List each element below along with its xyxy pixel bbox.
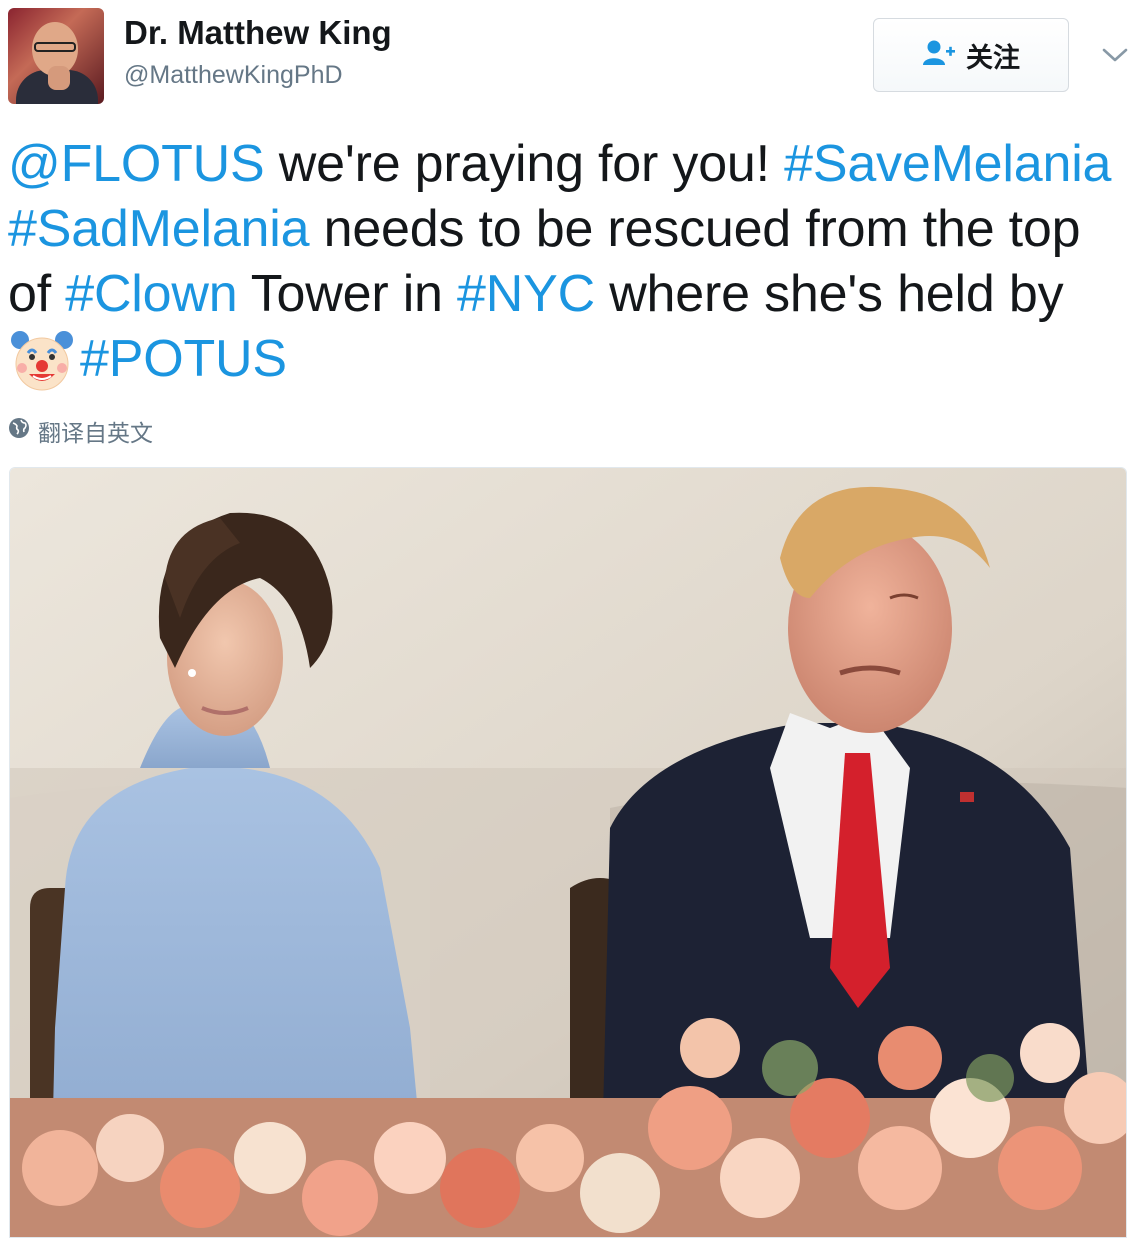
tweet-line-3: of #Clown Tower in #NYC where she's held… <box>8 262 1133 327</box>
author-avatar[interactable] <box>8 8 104 104</box>
tweet-text-segment: where she's held by <box>594 265 1064 323</box>
avatar-glasses <box>34 42 76 52</box>
tweet-line-1: @FLOTUS we're praying for you! #SaveMela… <box>8 132 1133 197</box>
translate-link[interactable]: 翻译自英文 <box>8 414 153 448</box>
hashtag-savemelania[interactable]: #SaveMelania <box>784 132 1111 197</box>
hashtag-nyc[interactable]: #NYC <box>457 262 595 327</box>
hashtag-sadmelania[interactable]: #SadMelania <box>8 197 310 262</box>
tweet-text-segment: Tower in <box>237 265 458 323</box>
tweet-photo[interactable] <box>9 467 1127 1238</box>
tweet-line-2: #SadMelania needs to be rescued from the… <box>8 197 1133 262</box>
follow-button[interactable]: 关注 <box>873 18 1069 92</box>
tweet-text-segment: we're praying for you! <box>264 135 785 193</box>
follow-button-label: 关注 <box>966 42 1020 73</box>
avatar-hand <box>48 66 70 90</box>
add-user-icon <box>922 39 956 72</box>
mention-flotus[interactable]: @FLOTUS <box>8 132 265 197</box>
chevron-down-icon[interactable] <box>1100 40 1130 70</box>
tweet-text: @FLOTUS we're praying for you! #SaveMela… <box>8 132 1133 392</box>
clown-face-icon <box>8 326 76 394</box>
globe-icon <box>8 417 30 445</box>
hashtag-clown[interactable]: #Clown <box>65 262 237 327</box>
tweet-line-4: #POTUS <box>8 327 1133 392</box>
tweet-text-segment: needs to be rescued from the top <box>309 200 1081 258</box>
author-handle[interactable]: @MatthewKingPhD <box>124 61 343 90</box>
tweet-text-segment: of <box>8 265 66 323</box>
hashtag-potus[interactable]: #POTUS <box>80 327 287 392</box>
translate-label: 翻译自英文 <box>38 421 153 447</box>
author-name[interactable]: Dr. Matthew King <box>124 14 392 52</box>
